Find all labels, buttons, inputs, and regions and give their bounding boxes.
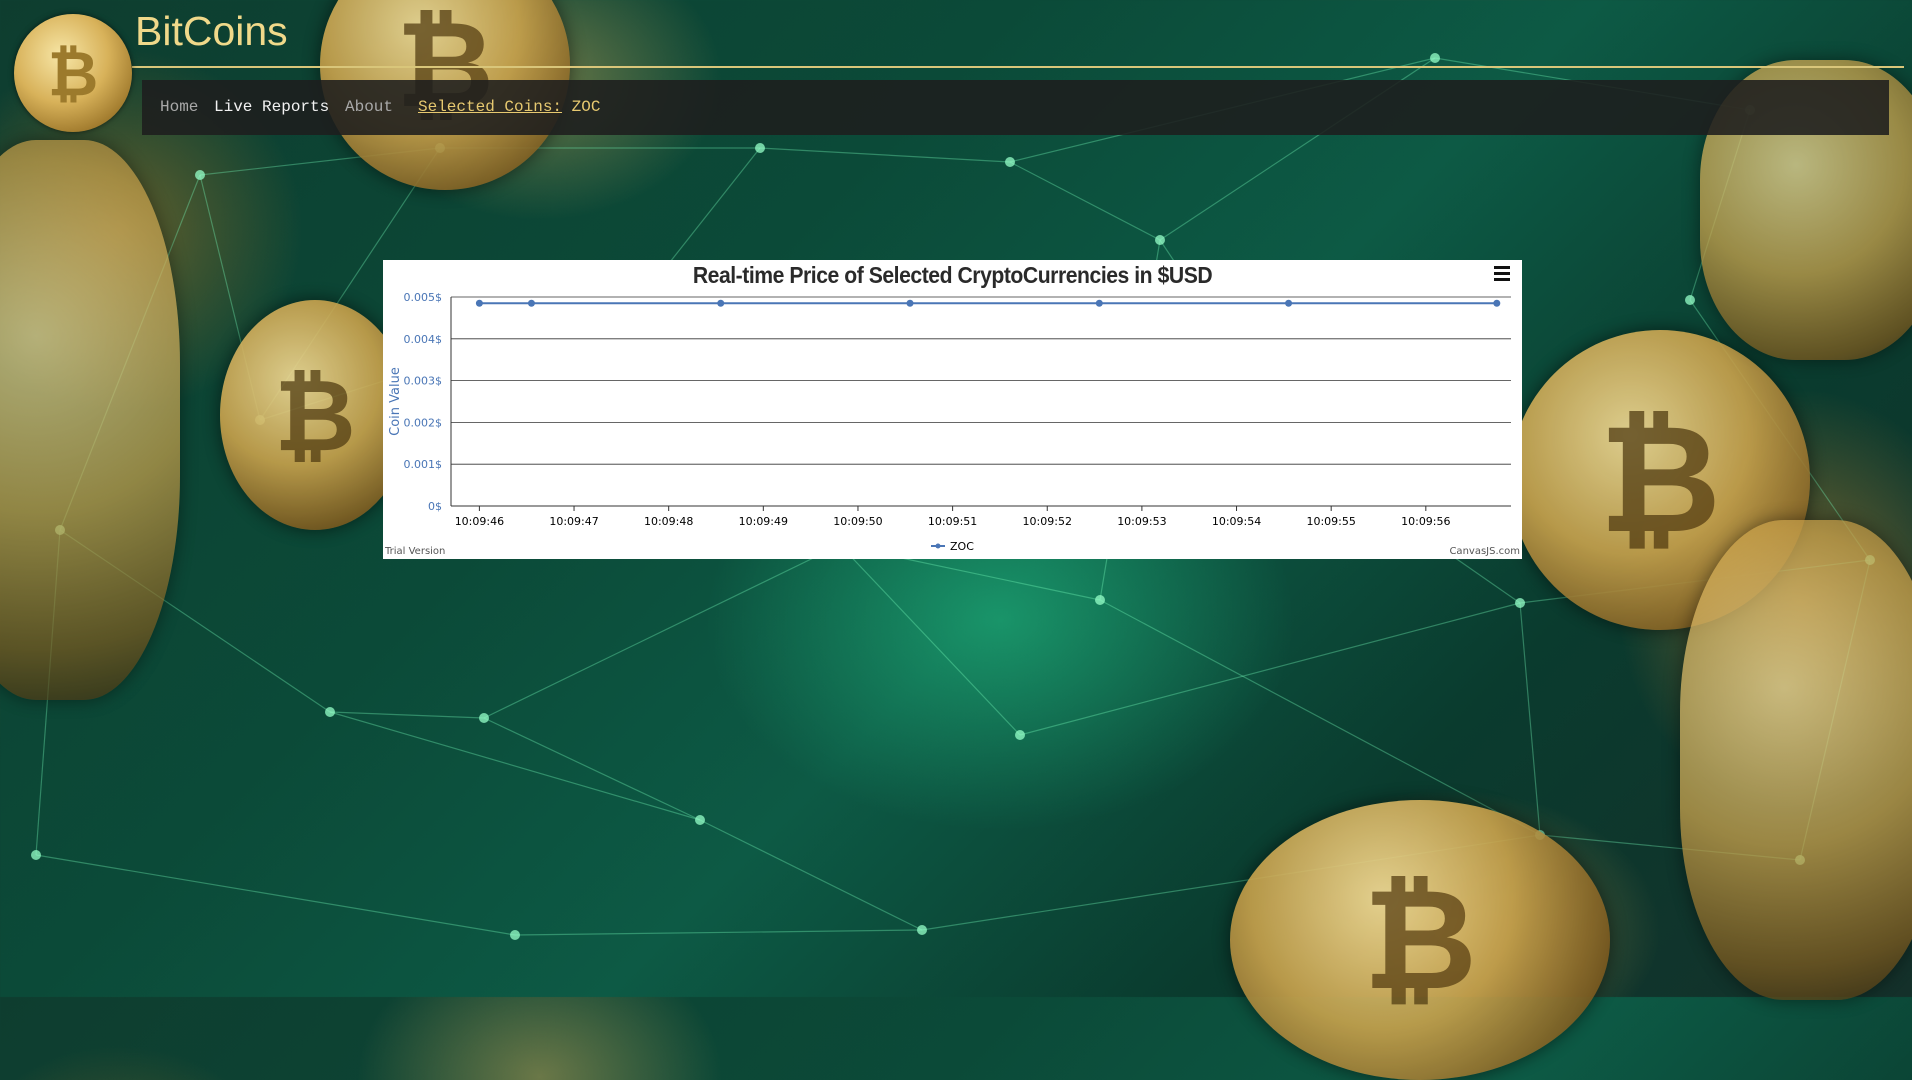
x-tick-label: 10:09:47 xyxy=(549,515,598,528)
site-title: BitCoins xyxy=(135,8,288,54)
y-tick-label: 0.002$ xyxy=(404,416,443,429)
y-tick-label: 0.004$ xyxy=(404,333,443,346)
legend-label: ZOC xyxy=(950,540,974,553)
x-tick-label: 10:09:46 xyxy=(455,515,504,528)
y-tick-label: 0$ xyxy=(428,500,442,513)
nav-about-link[interactable]: About xyxy=(345,98,393,116)
bitcoin-logo-icon[interactable]: ₿ xyxy=(14,14,132,132)
chart-canvas: 0$ 0.001$ 0.002$ 0.003$ 0.004$ 0.005$ 10:09:46… xyxy=(388,291,1511,553)
y-axis-title: Coin Value xyxy=(388,367,403,436)
selected-coins-indicator[interactable]: Selected Coins: ZOC xyxy=(418,98,600,116)
nav-live-reports-link[interactable]: Live Reports xyxy=(214,98,329,116)
header-divider xyxy=(132,66,1904,68)
selected-coins-label: Selected Coins: xyxy=(418,98,563,116)
background-coin: ₿ xyxy=(1230,800,1610,1080)
background-coin xyxy=(1680,520,1912,1000)
data-point xyxy=(1493,299,1501,307)
bitcoin-glyph: ₿ xyxy=(47,36,99,110)
data-point xyxy=(527,299,535,307)
selected-coins-value: ZOC xyxy=(571,98,601,116)
y-tick-label: 0.003$ xyxy=(404,375,443,388)
trial-version-note: Trial Version xyxy=(385,546,446,557)
x-tick-label: 10:09:49 xyxy=(739,515,788,528)
x-tick-label: 10:09:51 xyxy=(928,515,977,528)
hamburger-menu-icon[interactable] xyxy=(1494,266,1510,282)
data-point xyxy=(475,299,483,307)
x-tick-label: 10:09:54 xyxy=(1212,515,1261,528)
data-point xyxy=(717,299,725,307)
x-tick-label: 10:09:53 xyxy=(1117,515,1166,528)
nav-home-link[interactable]: Home xyxy=(160,98,198,116)
data-point xyxy=(906,299,914,307)
data-point xyxy=(1285,299,1293,307)
x-tick-label: 10:09:48 xyxy=(644,515,693,528)
y-tick-label: 0.001$ xyxy=(404,458,443,471)
live-price-chart: 0$ 0.001$ 0.002$ 0.003$ 0.004$ 0.005$ 10:09:46… xyxy=(383,260,1522,559)
x-tick-label: 10:09:52 xyxy=(1023,515,1072,528)
chart-title: Real-time Price of Selected CryptoCurren… xyxy=(692,262,1213,288)
y-tick-label: 0.005$ xyxy=(404,291,443,304)
x-tick-label: 10:09:56 xyxy=(1401,515,1450,528)
legend-marker xyxy=(935,543,941,549)
data-point xyxy=(1095,299,1103,307)
canvasjs-credit-link[interactable]: CanvasJS.com xyxy=(1449,546,1520,557)
x-tick-label: 10:09:50 xyxy=(833,515,882,528)
background-coin: ₿ xyxy=(220,300,410,530)
main-navbar: Home Live Reports About Selected Coins: … xyxy=(142,80,1889,135)
background-coin xyxy=(0,140,180,700)
x-tick-label: 10:09:55 xyxy=(1306,515,1355,528)
